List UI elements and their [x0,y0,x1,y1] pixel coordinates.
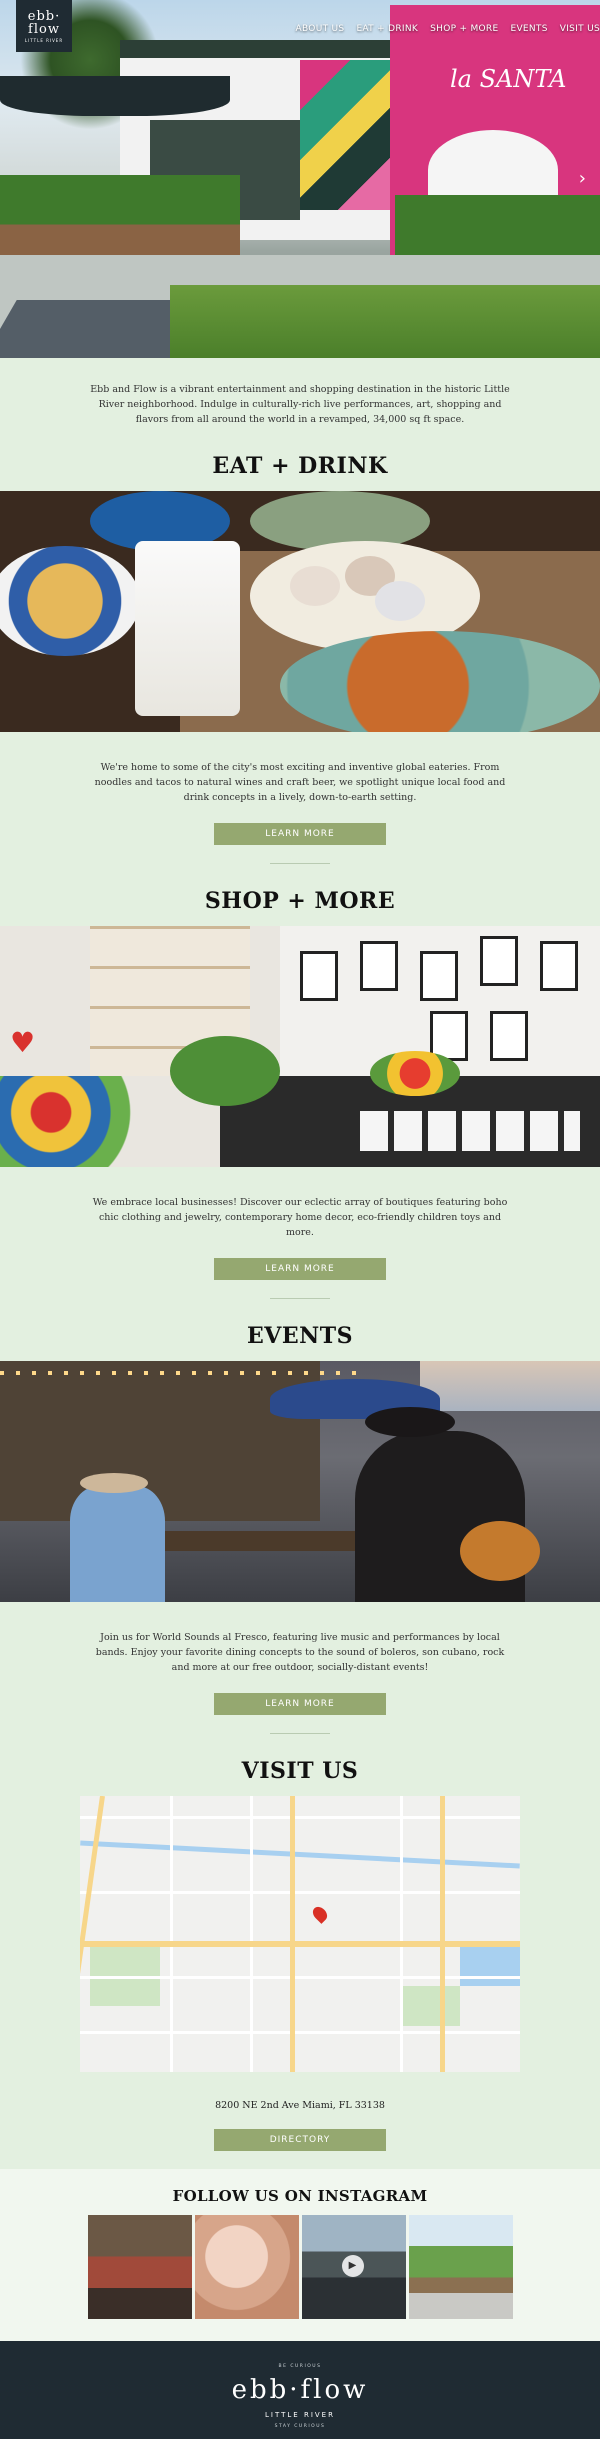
flowers [370,1051,460,1096]
building [0,1361,320,1521]
shop-more-learn-more-button[interactable]: LEARN MORE [214,1258,386,1280]
eat-drink-image [0,491,600,732]
street [80,1891,520,1894]
logo-text-ebb: ebb· [27,8,61,24]
tacos-plate [280,631,600,732]
instagram-section: FOLLOW US ON INSTAGRAM ▶ [0,2169,600,2341]
main-road [440,1796,445,2072]
shop-more-button-wrap: LEARN MORE [0,1252,600,1298]
main-road [80,1796,105,2070]
location-pin-icon[interactable] [310,1904,330,1924]
cup [375,581,425,621]
cups [360,1111,580,1151]
instagram-post[interactable] [408,2215,513,2319]
umbrella [0,76,230,116]
slider-next-icon[interactable]: › [579,168,586,189]
shop-more-text: We embrace local businesses! Discover ou… [92,1197,508,1238]
cup [290,566,340,606]
street [80,1816,520,1819]
instagram-heading: FOLLOW US ON INSTAGRAM [172,2187,428,2205]
drink-glass [135,541,240,716]
street [170,1796,173,2072]
guitar [460,1521,540,1581]
logo-text-little-river: LITTLE RIVER [24,37,64,43]
art-frame [540,941,578,991]
logo-text-flow: flow [28,21,60,37]
plush-toys [0,1076,170,1167]
art-frame [480,936,518,986]
street [400,1796,403,2072]
site-logo[interactable]: ebb· flow LITTLE RIVER [16,0,72,52]
directory-button[interactable]: DIRECTORY [214,2129,386,2151]
instagram-post[interactable] [87,2215,192,2319]
art-frame [300,951,338,1001]
location-map[interactable] [80,1796,520,2072]
nav-visit-us[interactable]: VISIT US [560,24,600,34]
plants [170,1036,280,1106]
mural [300,60,400,210]
planters [0,175,240,265]
footer-tagline: BE CURIOUS [278,2364,322,2369]
storefront-sign: la SANTA [450,65,567,93]
footer-logo[interactable]: ebb·flow [0,2375,600,2405]
events-button-wrap: LEARN MORE [0,1687,600,1733]
street [80,2031,520,2034]
footer: BE CURIOUS ebb·flow LITTLE RIVER STAY CU… [0,2341,600,2439]
footer-tagline-bottom: STAY CURIOUS [274,2424,326,2429]
eat-drink-button-wrap: LEARN MORE [0,817,600,863]
map-wrap [0,1796,600,2072]
intro-text: Ebb and Flow is a vibrant entertainment … [90,384,510,425]
instagram-feed: ▶ [0,2215,600,2319]
eat-drink-learn-more-button[interactable]: LEARN MORE [214,823,386,845]
art-frame [490,1011,528,1061]
nav-events[interactable]: EVENTS [510,24,547,34]
events-text: Join us for World Sounds al Fresco, feat… [95,1632,505,1673]
instagram-post[interactable]: ▶ [301,2215,406,2319]
main-nav: ABOUT US EAT + DRINK SHOP + MORE EVENTS … [296,24,600,34]
street [250,1796,253,2072]
main-road [290,1796,295,2072]
sky [420,1361,600,1411]
eat-drink-text: We're home to some of the city's most ex… [94,762,506,803]
nav-about-us[interactable]: ABOUT US [296,24,345,34]
events-image [0,1361,600,1602]
table [160,1531,360,1551]
events-learn-more-button[interactable]: LEARN MORE [214,1693,386,1715]
nav-shop-more[interactable]: SHOP + MORE [430,24,498,34]
nav-eat-drink[interactable]: EAT + DRINK [356,24,418,34]
chips-bowl [0,546,140,656]
main-road [80,1941,520,1947]
park-area [400,1986,460,2026]
river [80,1840,520,1869]
eat-drink-heading: EAT + DRINK [212,453,388,479]
address-text: 8200 NE 2nd Ave Miami, FL 33138 [215,2100,385,2111]
musician [70,1486,165,1602]
art-frame [360,941,398,991]
play-icon: ▶ [341,2255,364,2277]
art-frame [420,951,458,1001]
lawn [170,285,600,358]
string-lights [0,1371,360,1375]
divider [270,1298,330,1299]
divider [270,863,330,864]
heart-icon: ♥ [10,1026,36,1059]
instagram-post[interactable] [194,2215,299,2319]
visit-us-heading: VISIT US [241,1758,359,1784]
hat [80,1473,148,1493]
footer-location: LITTLE RIVER [265,2411,335,2419]
hero-image: la SANTA ebb· flow LITTLE RIVER ABOUT US… [0,0,600,358]
bay-water [460,1946,520,1986]
street [80,1976,520,1979]
events-heading: EVENTS [247,1323,353,1349]
shop-more-image: ♥ [0,926,600,1167]
directory-button-wrap: DIRECTORY [0,2123,600,2169]
hat [365,1407,455,1437]
divider [270,1733,330,1734]
shop-more-heading: SHOP + MORE [204,888,396,914]
